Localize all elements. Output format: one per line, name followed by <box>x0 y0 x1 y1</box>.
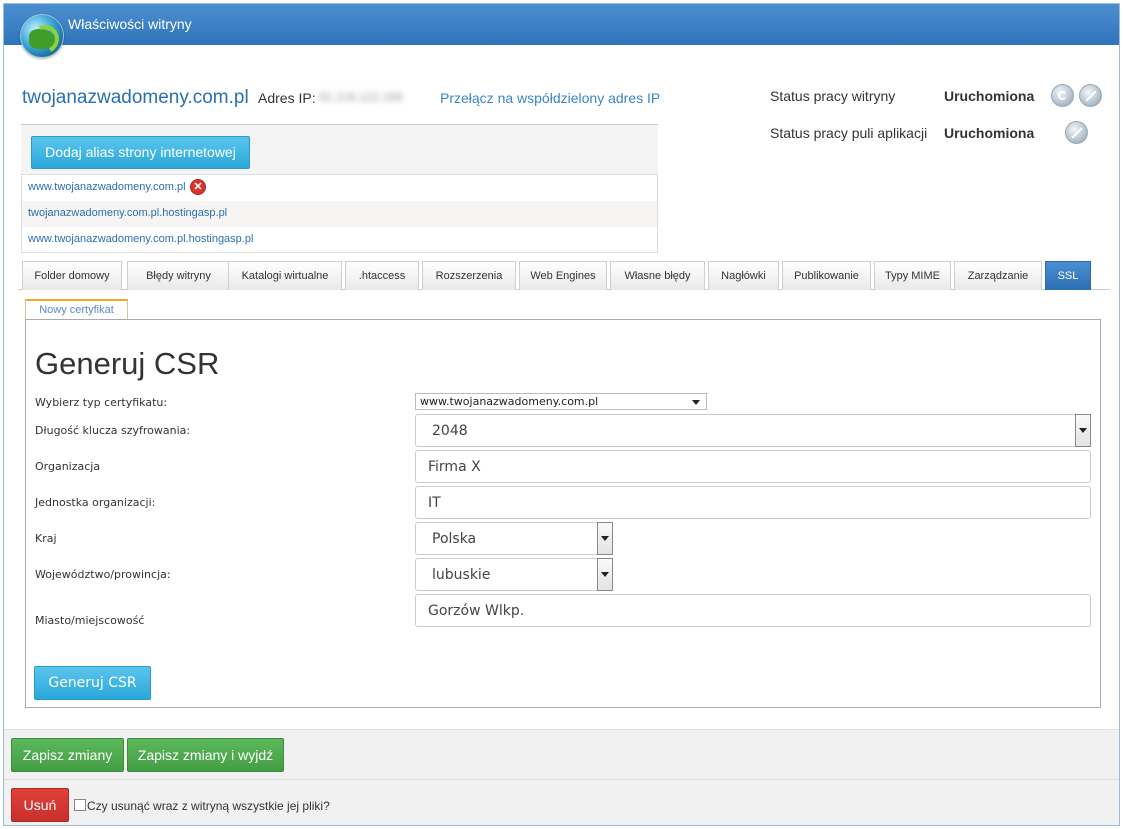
organization-label: Organizacja <box>35 460 101 473</box>
tab-ssl[interactable]: SSL <box>1045 261 1091 290</box>
tab-extensions[interactable]: Rozszerzenia <box>422 261 516 290</box>
country-value: Polska <box>432 531 477 547</box>
tab-management[interactable]: Zarządzanie <box>954 261 1042 290</box>
alias-item-label: twojanazwadomeny.com.pl.hostingasp.pl <box>28 207 228 219</box>
tab-site-errors[interactable]: Błędy witryny <box>127 261 230 290</box>
pool-status-label: Status pracy puli aplikacji <box>770 125 928 141</box>
site-domain: twojanazwadomeny.com.pl <box>22 87 249 108</box>
country-label: Kraj <box>35 532 57 545</box>
tab-publishing[interactable]: Publikowanie <box>782 261 871 290</box>
alias-item[interactable]: www.twojanazwadomeny.com.pl.hostingasp.p… <box>22 227 657 253</box>
restart-icon[interactable] <box>1051 84 1074 107</box>
org-unit-field[interactable]: IT <box>415 486 1091 519</box>
tab-htaccess[interactable]: .htaccess <box>345 261 419 290</box>
delete-alias-icon[interactable]: ✕ <box>190 179 206 195</box>
alias-item[interactable]: www.twojanazwadomeny.com.pl ✕ <box>22 175 657 201</box>
save-bar: Zapisz zmiany Zapisz zmiany i wyjdź <box>4 729 1119 779</box>
generate-csr-button[interactable]: Generuj CSR <box>34 666 151 700</box>
org-unit-label: Jednostka organizacji: <box>35 496 156 509</box>
delete-files-checkbox[interactable] <box>74 799 86 811</box>
pool-stop-icon[interactable] <box>1065 121 1088 144</box>
tab-headers[interactable]: Nagłówki <box>708 261 779 290</box>
organization-value: Firma X <box>428 459 481 475</box>
tab-home-folder[interactable]: Folder domowy <box>22 261 122 290</box>
city-value: Gorzów Wlkp. <box>428 603 525 619</box>
key-length-select[interactable]: 2048 <box>415 414 1091 447</box>
tab-new-certificate[interactable]: Nowy certyfikat <box>25 299 128 319</box>
alias-item[interactable]: twojanazwadomeny.com.pl.hostingasp.pl <box>22 201 657 227</box>
province-label: Województwo/prowincja: <box>35 568 171 581</box>
key-length-value: 2048 <box>432 423 468 439</box>
globe-icon <box>20 14 64 58</box>
key-length-label: Długość klucza szyfrowania: <box>35 424 191 437</box>
save-and-exit-button[interactable]: Zapisz zmiany i wyjdź <box>127 738 284 772</box>
ip-label: Adres IP: <box>258 90 316 106</box>
save-button[interactable]: Zapisz zmiany <box>11 738 124 772</box>
cert-type-value: www.twojanazwadomeny.com.pl <box>420 395 599 408</box>
pool-status-value: Uruchomiona <box>944 125 1035 141</box>
chevron-down-icon <box>597 522 613 555</box>
window-title: Właściwości witryny <box>68 16 192 32</box>
alias-panel: Dodaj alias strony internetowej <box>21 124 658 176</box>
csr-panel: Generuj CSR Wybierz typ certyfikatu: www… <box>25 319 1101 708</box>
tab-virtual-dirs[interactable]: Katalogi wirtualne <box>228 261 342 290</box>
page-title: Generuj CSR <box>35 346 220 381</box>
country-select[interactable]: Polska <box>415 522 613 555</box>
site-properties-window: Właściwości witryny twojanazwadomeny.com… <box>3 3 1120 826</box>
chevron-down-icon <box>1075 414 1091 447</box>
province-value: lubuskie <box>432 567 491 583</box>
province-select[interactable]: lubuskie <box>415 558 613 591</box>
chevron-down-icon <box>692 400 700 405</box>
tab-bar: Folder domowy Błędy witryny Katalogi wir… <box>18 259 1110 290</box>
chevron-down-icon <box>597 558 613 591</box>
cert-type-select[interactable]: www.twojanazwadomeny.com.pl <box>415 393 707 410</box>
tab-mime-types[interactable]: Typy MIME <box>874 261 951 290</box>
switch-shared-ip-link[interactable]: Przełącz na współdzielony adres IP <box>440 90 660 106</box>
stop-icon[interactable] <box>1079 84 1102 107</box>
org-unit-value: IT <box>428 495 441 511</box>
alias-item-label: www.twojanazwadomeny.com.pl.hostingasp.p… <box>28 233 254 245</box>
cert-type-label: Wybierz typ certyfikatu: <box>35 396 168 409</box>
organization-field[interactable]: Firma X <box>415 450 1091 483</box>
site-status-value: Uruchomiona <box>944 88 1035 104</box>
add-alias-button[interactable]: Dodaj alias strony internetowej <box>31 136 250 169</box>
delete-bar: Usuń Czy usunąć wraz z witryną wszystkie… <box>4 779 1119 825</box>
alias-list: www.twojanazwadomeny.com.pl ✕ twojanazwa… <box>21 174 658 253</box>
site-status-label: Status pracy witryny <box>770 88 896 104</box>
title-bar: Właściwości witryny <box>4 4 1119 45</box>
tab-web-engines[interactable]: Web Engines <box>519 261 607 290</box>
delete-files-label: Czy usunąć wraz z witryną wszystkie jej … <box>87 799 330 813</box>
alias-item-label: www.twojanazwadomeny.com.pl <box>28 181 186 193</box>
ip-address-value: 91.218.122.169 <box>319 90 403 104</box>
delete-button[interactable]: Usuń <box>11 788 69 822</box>
city-field[interactable]: Gorzów Wlkp. <box>415 594 1091 627</box>
city-label: Miasto/miejscowość <box>35 614 145 627</box>
tab-custom-errors[interactable]: Własne błędy <box>610 261 705 290</box>
